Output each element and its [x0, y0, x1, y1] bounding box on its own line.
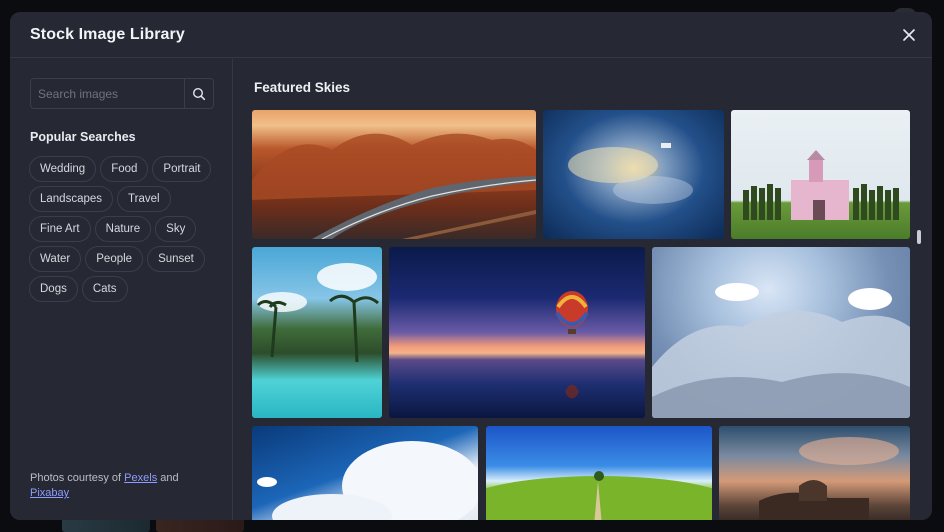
desert-road-art	[252, 133, 536, 239]
search-button[interactable]	[184, 79, 213, 108]
pexels-link[interactable]: Pexels	[124, 472, 157, 484]
modal-header: Stock Image Library	[10, 12, 932, 58]
tag-people[interactable]: People	[85, 246, 144, 272]
background-thumbnail	[62, 518, 150, 532]
close-button[interactable]	[900, 26, 918, 44]
popular-search-tags: Wedding Food Portrait Landscapes Travel …	[29, 156, 219, 306]
section-title: Featured Skies	[254, 80, 351, 95]
tag-cats[interactable]: Cats	[81, 276, 128, 302]
tag-nature[interactable]: Nature	[94, 216, 152, 242]
tag-row: Dogs Cats	[29, 276, 219, 302]
image-sky-reflection[interactable]	[543, 110, 724, 239]
tag-row: Water People Sunset	[29, 246, 219, 272]
credits-and: and	[160, 472, 179, 484]
image-grid: Featured Skies	[234, 59, 932, 520]
tag-sunset[interactable]: Sunset	[147, 246, 205, 272]
credits-prefix: Photos courtesy of	[30, 472, 122, 484]
tag-travel[interactable]: Travel	[117, 186, 171, 212]
image-sphinx-sunset[interactable]	[719, 426, 910, 520]
tag-dogs[interactable]: Dogs	[29, 276, 78, 302]
tropical-pool-art	[256, 263, 380, 363]
scrollbar-thumb[interactable]	[917, 230, 921, 244]
sphinx-sunset-art	[759, 437, 899, 520]
tag-row: Landscapes Travel	[29, 186, 219, 212]
tag-row: Fine Art Nature Sky	[29, 216, 219, 242]
search-input[interactable]	[31, 79, 185, 108]
pink-mansion-art	[743, 150, 899, 220]
image-clouds-sunrays[interactable]	[652, 247, 910, 418]
tag-water[interactable]: Water	[29, 246, 82, 272]
image-white-clouds[interactable]	[252, 426, 478, 520]
tag-sky[interactable]: Sky	[155, 216, 197, 242]
clouds-sunrays-art	[652, 283, 910, 418]
pixabay-link[interactable]: Pixabay	[30, 487, 69, 499]
stock-image-library-modal: Stock Image Library Popular Searches Wed…	[10, 12, 932, 520]
green-hill-path-art	[486, 471, 712, 520]
hot-air-balloon-art	[555, 291, 589, 399]
white-clouds-art	[257, 441, 478, 520]
tag-row: Wedding Food Portrait	[29, 156, 219, 182]
image-hot-air-balloon[interactable]	[389, 247, 645, 418]
background-thumbnail	[156, 518, 244, 532]
image-tropical-pool[interactable]	[252, 247, 382, 418]
sky-reflection-art	[568, 143, 693, 204]
search-box	[30, 78, 214, 109]
tag-portrait[interactable]: Portrait	[152, 156, 212, 182]
photo-credits: Photos courtesy of Pexels and Pixabay	[30, 471, 210, 501]
sidebar: Popular Searches Wedding Food Portrait L…	[10, 59, 233, 520]
popular-searches-title: Popular Searches	[30, 130, 136, 144]
image-pink-mansion[interactable]	[731, 110, 910, 239]
tag-landscapes[interactable]: Landscapes	[29, 186, 114, 212]
tag-fine-art[interactable]: Fine Art	[29, 216, 91, 242]
image-green-hill-path[interactable]	[486, 426, 712, 520]
search-icon	[192, 87, 206, 100]
tag-wedding[interactable]: Wedding	[29, 156, 97, 182]
close-icon	[903, 29, 915, 41]
tag-food[interactable]: Food	[100, 156, 149, 182]
image-desert-road[interactable]	[252, 110, 536, 239]
modal-title: Stock Image Library	[30, 26, 185, 43]
